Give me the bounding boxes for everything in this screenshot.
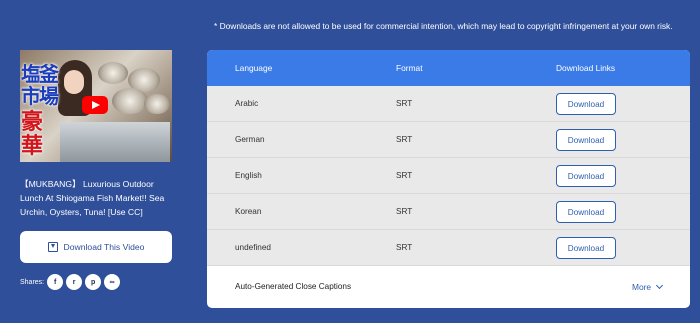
table-row: Arabic SRT Download [207,86,690,122]
auto-captions-row: Auto-Generated Close Captions More [207,266,690,308]
table-header: Language Format Download Links [207,50,690,86]
video-thumbnail[interactable]: 塩 市 釜 場 豪 華 [20,50,172,162]
more-button[interactable]: More [632,281,664,292]
language-cell: German [235,135,265,144]
table-row: Korean SRT Download [207,194,690,230]
subtitle-download-panel: Language Format Download Links Arabic SR… [207,50,690,308]
auto-captions-label: Auto-Generated Close Captions [235,282,352,291]
download-button-korean[interactable]: Download [556,201,616,223]
copyright-notice: * Downloads are not allowed to be used f… [214,21,673,31]
oyster-image [98,62,128,84]
format-cell: SRT [396,243,413,252]
header-language: Language [235,63,273,73]
chevron-down-icon [656,281,664,290]
link-icon[interactable]: ∞ [104,274,121,290]
shares-label: Shares: [20,278,45,286]
language-cell: undefined [235,243,271,252]
table-row: undefined SRT Download [207,230,690,266]
pocket-icon[interactable]: p [85,274,102,290]
table-row: English SRT Download [207,158,690,194]
play-icon[interactable] [82,96,108,114]
thumbnail-text: 場 [39,84,59,108]
format-cell: SRT [396,135,413,144]
more-label: More [632,282,652,292]
table-row: German SRT Download [207,122,690,158]
facebook-icon[interactable]: f [47,274,64,290]
thumbnail-text: 塩 [21,62,41,86]
format-cell: SRT [396,171,413,180]
language-cell: Arabic [235,99,259,108]
oyster-image [112,88,148,114]
format-cell: SRT [396,207,413,216]
header-download-links: Download Links [556,63,616,73]
thumbnail-text: 華 [21,134,44,159]
download-button-german[interactable]: Download [556,129,616,151]
language-cell: English [235,171,262,180]
video-title: 【MUKBANG】 Luxurious Outdoor Lunch At Shi… [20,179,165,217]
download-icon [47,242,58,252]
download-button-arabic[interactable]: Download [556,93,616,115]
thumbnail-text: 豪 [21,110,44,135]
share-bar: Shares: f r p ∞ [20,274,172,290]
language-cell: Korean [235,207,262,216]
person-face [64,70,84,94]
format-cell: SRT [396,99,413,108]
download-video-label: Download This Video [63,242,145,252]
download-button-undefined[interactable]: Download [556,237,616,259]
download-video-button[interactable]: Download This Video [20,231,172,263]
food-tray [60,122,170,162]
thumbnail-text: 市 [21,84,41,108]
video-info-panel: 塩 市 釜 場 豪 華 【MUKBANG】 Luxurious Outdoor … [20,50,172,290]
reddit-icon[interactable]: r [66,274,83,290]
header-format: Format [396,63,423,73]
oyster-image [144,94,170,114]
thumbnail-text: 釜 [39,62,59,86]
download-button-english[interactable]: Download [556,165,616,187]
